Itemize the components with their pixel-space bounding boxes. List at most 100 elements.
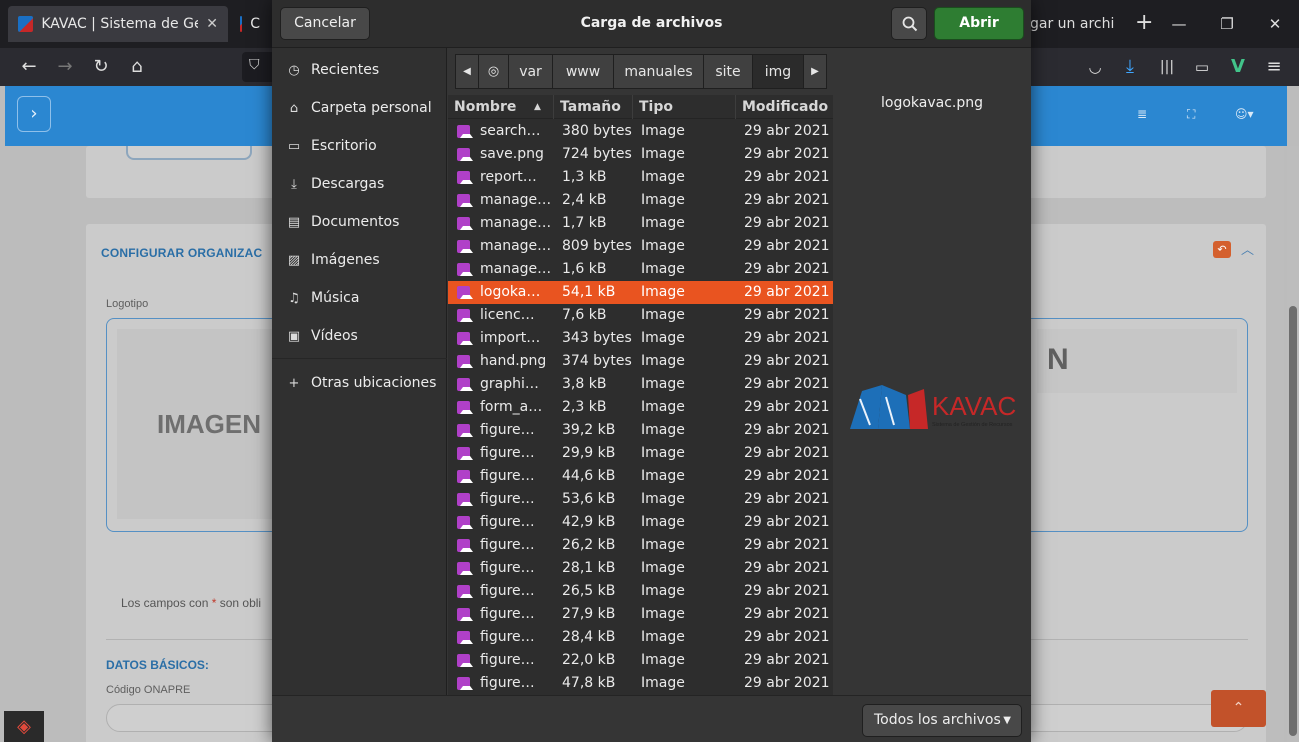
scroll-to-top-button[interactable]: ⌃	[1211, 690, 1266, 727]
browser-tab[interactable]: gar un archi	[1026, 6, 1126, 42]
file-size: 22,0 kB	[562, 652, 616, 668]
chevron-up-icon[interactable]: ︿	[1241, 239, 1254, 258]
logo-shape	[850, 385, 882, 429]
place-recent[interactable]: ◷ Recientes	[272, 51, 447, 89]
image-file-icon	[457, 194, 473, 207]
library-icon[interactable]: |||	[1155, 55, 1179, 79]
place-documents[interactable]: ▤ Documentos	[272, 203, 447, 241]
file-row[interactable]: search… 380 bytes Image 29 abr 2021	[448, 120, 833, 143]
file-row[interactable]: figure… 22,0 kB Image 29 abr 2021	[448, 649, 833, 672]
reload-icon[interactable]: ↻	[89, 55, 113, 79]
page-scrollbar[interactable]	[1287, 146, 1299, 742]
file-row[interactable]: figure… 47,8 kB Image 29 abr 2021	[448, 672, 833, 695]
fullscreen-icon[interactable]: ⛶	[1187, 107, 1195, 122]
place-pictures[interactable]: ▨ Imágenes	[272, 241, 447, 279]
file-name: manage…	[480, 215, 552, 231]
column-name[interactable]: Nombre ▲	[448, 95, 554, 119]
file-type: Image	[641, 215, 685, 231]
maximize-icon[interactable]: ❐	[1203, 15, 1251, 33]
place-home[interactable]: ⌂ Carpeta personal	[272, 89, 447, 127]
scrollbar-thumb[interactable]	[1289, 306, 1297, 736]
column-size[interactable]: Tamaño	[554, 95, 633, 119]
file-row[interactable]: figure… 26,5 kB Image 29 abr 2021	[448, 580, 833, 603]
undo-icon[interactable]: ↶	[1213, 241, 1231, 258]
place-music[interactable]: ♫ Música	[272, 279, 447, 317]
close-window-icon[interactable]: ✕	[1251, 15, 1299, 33]
open-button[interactable]: Abrir	[934, 7, 1024, 40]
file-size: 7,6 kB	[562, 307, 607, 323]
place-label: Vídeos	[311, 328, 358, 344]
file-row[interactable]: figure… 29,9 kB Image 29 abr 2021	[448, 442, 833, 465]
place-downloads[interactable]: ⤓ Descargas	[272, 165, 447, 203]
file-row[interactable]: figure… 39,2 kB Image 29 abr 2021	[448, 419, 833, 442]
file-name: manage…	[480, 261, 552, 277]
path-crumb[interactable]: var	[508, 54, 553, 89]
file-row[interactable]: manage… 809 bytes Image 29 abr 2021	[448, 235, 833, 258]
close-tab-icon[interactable]: ✕	[206, 16, 218, 32]
file-row[interactable]: manage… 2,4 kB Image 29 abr 2021	[448, 189, 833, 212]
home-icon[interactable]: ⌂	[125, 55, 149, 79]
shield-icon: ⛉	[249, 57, 260, 73]
file-row[interactable]: licenc… 7,6 kB Image 29 abr 2021	[448, 304, 833, 327]
file-row[interactable]: figure… 42,9 kB Image 29 abr 2021	[448, 511, 833, 534]
image-file-icon	[457, 378, 473, 391]
place-label: Música	[311, 290, 360, 306]
file-row[interactable]: figure… 26,2 kB Image 29 abr 2021	[448, 534, 833, 557]
sidebar-toggle-button[interactable]: ›	[17, 96, 51, 132]
file-row[interactable]: manage… 1,6 kB Image 29 abr 2021	[448, 258, 833, 281]
file-row[interactable]: hand.png 374 bytes Image 29 abr 2021	[448, 350, 833, 373]
file-row[interactable]: report… 1,3 kB Image 29 abr 2021	[448, 166, 833, 189]
download-icon: ⤓	[291, 176, 297, 192]
place-desktop[interactable]: ▭ Escritorio	[272, 127, 447, 165]
search-button[interactable]	[891, 7, 927, 40]
file-size: 343 bytes	[562, 330, 632, 346]
required-note-text: Los campos con	[121, 596, 212, 610]
plus-icon[interactable]: +	[1135, 10, 1153, 35]
file-row[interactable]: manage… 1,7 kB Image 29 abr 2021	[448, 212, 833, 235]
file-row[interactable]: import… 343 bytes Image 29 abr 2021	[448, 327, 833, 350]
place-other-locations[interactable]: + Otras ubicaciones	[272, 364, 447, 402]
file-type: Image	[641, 491, 685, 507]
place-videos[interactable]: ▣ Vídeos	[272, 317, 447, 355]
path-scroll-right[interactable]: ▶	[803, 54, 827, 89]
file-row[interactable]: save.png 724 bytes Image 29 abr 2021	[448, 143, 833, 166]
file-type: Image	[641, 146, 685, 162]
browser-tab[interactable]: KAVAC | Sistema de Gesti ✕	[8, 6, 228, 42]
path-scroll-left[interactable]: ◀	[455, 54, 479, 89]
pocket-icon[interactable]: ◡	[1083, 55, 1107, 79]
menu-icon[interactable]: ≡	[1262, 55, 1286, 79]
image-file-icon	[457, 355, 473, 368]
file-size: 27,9 kB	[562, 606, 616, 622]
minimize-icon[interactable]: —	[1155, 15, 1203, 33]
column-type[interactable]: Tipo	[633, 95, 736, 119]
path-crumb[interactable]: www	[552, 54, 614, 89]
file-row[interactable]: figure… 44,6 kB Image 29 abr 2021	[448, 465, 833, 488]
path-crumb[interactable]: manuales	[613, 54, 704, 89]
file-type: Image	[641, 238, 685, 254]
forward-icon[interactable]: →	[53, 55, 77, 79]
path-crumb[interactable]: site	[703, 54, 753, 89]
file-type: Image	[641, 445, 685, 461]
vue-devtools-icon[interactable]: V	[1226, 55, 1250, 79]
path-root-button[interactable]: ◎	[478, 54, 509, 89]
image-file-icon	[457, 608, 473, 621]
file-row[interactable]: logoka… 54,1 kB Image 29 abr 2021	[448, 281, 833, 304]
browser-tab[interactable]: C	[230, 6, 270, 42]
file-row[interactable]: form_a… 2,3 kB Image 29 abr 2021	[448, 396, 833, 419]
file-row[interactable]: figure… 27,9 kB Image 29 abr 2021	[448, 603, 833, 626]
file-row[interactable]: graphi… 3,8 kB Image 29 abr 2021	[448, 373, 833, 396]
file-row[interactable]: figure… 28,4 kB Image 29 abr 2021	[448, 626, 833, 649]
file-row[interactable]: figure… 53,6 kB Image 29 abr 2021	[448, 488, 833, 511]
file-row[interactable]: figure… 28,1 kB Image 29 abr 2021	[448, 557, 833, 580]
file-list: Nombre ▲ Tamaño Tipo Modificado search… 38…	[448, 95, 833, 695]
user-icon[interactable]: ☺▾	[1235, 107, 1254, 121]
file-filter-dropdown[interactable]: Todos los archivos ▼	[862, 704, 1022, 737]
column-modified[interactable]: Modificado	[736, 95, 833, 119]
path-crumb-current[interactable]: img	[752, 54, 804, 89]
music-icon: ♫	[288, 290, 300, 306]
download-icon[interactable]: ⤓	[1118, 55, 1142, 79]
back-icon[interactable]: ←	[17, 55, 41, 79]
file-name: form_a…	[480, 399, 543, 415]
sidebar-icon[interactable]: ▭	[1190, 55, 1214, 79]
database-icon[interactable]: ≣	[1137, 107, 1147, 121]
